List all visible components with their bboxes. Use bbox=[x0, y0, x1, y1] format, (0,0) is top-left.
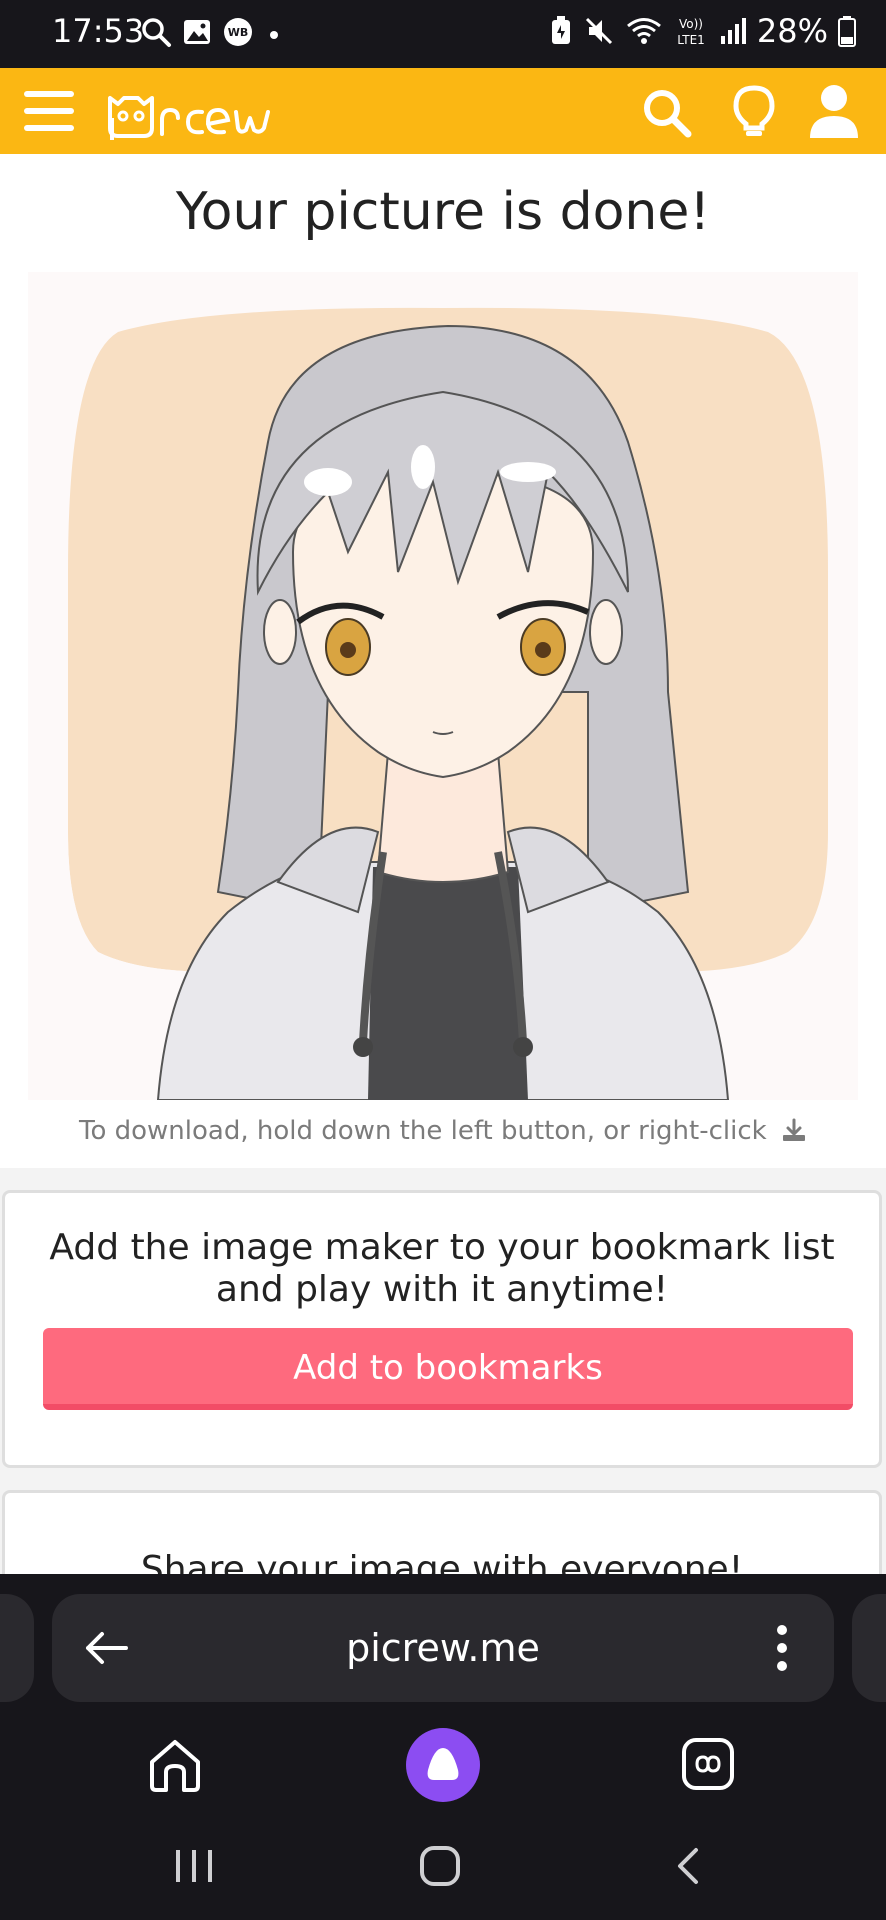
bookmark-card-line1: Add the image maker to your bookmark lis… bbox=[49, 1227, 835, 1268]
status-time: 17:53 bbox=[52, 12, 145, 50]
gallery-icon bbox=[184, 20, 210, 44]
page-title: Your picture is done! bbox=[175, 182, 711, 242]
previous-tab-peek[interactable] bbox=[0, 1594, 34, 1702]
url-text[interactable]: picrew.me bbox=[52, 1594, 834, 1702]
generated-avatar-image[interactable] bbox=[28, 272, 858, 1101]
battery-percent: 28% bbox=[756, 12, 828, 50]
status-system-icons: Vo)) LTE1 28% bbox=[549, 12, 856, 50]
lte-line1: Vo)) bbox=[679, 17, 703, 31]
battery-icon bbox=[838, 16, 856, 47]
download-hint: To download, hold down the left button, … bbox=[0, 1116, 886, 1146]
add-to-bookmarks-button[interactable]: Add to bookmarks bbox=[43, 1328, 853, 1410]
result-page: Your picture is done! To download, hold … bbox=[0, 154, 886, 1574]
address-bar[interactable]: picrew.me bbox=[52, 1594, 834, 1702]
download-hint-text: To download, hold down the left button, … bbox=[79, 1116, 767, 1146]
assistant-icon bbox=[427, 1748, 459, 1780]
search-icon[interactable] bbox=[640, 86, 694, 140]
bookmark-card-line2: and play with it anytime! bbox=[215, 1269, 669, 1310]
home-circle-icon[interactable] bbox=[418, 1844, 462, 1888]
lightbulb-icon[interactable] bbox=[732, 84, 776, 140]
tabs-icon[interactable] bbox=[680, 1736, 736, 1792]
home-icon[interactable] bbox=[146, 1736, 204, 1794]
bookmark-card: Add the image maker to your bookmark lis… bbox=[2, 1190, 882, 1468]
wb-icon: WB bbox=[224, 18, 252, 46]
mute-icon bbox=[585, 17, 612, 45]
avatar-illustration bbox=[28, 307, 828, 1101]
browser-toolbar: picrew.me bbox=[0, 1574, 886, 1920]
assistant-button[interactable] bbox=[406, 1728, 480, 1802]
more-vert-icon[interactable] bbox=[772, 1622, 792, 1674]
picrew-logo[interactable] bbox=[104, 84, 278, 142]
next-tab-peek[interactable] bbox=[852, 1594, 886, 1702]
share-card-title: Share your image with everyone! bbox=[140, 1549, 744, 1574]
lte-icon: Vo)) LTE1 bbox=[677, 17, 705, 47]
search-icon bbox=[142, 18, 171, 47]
status-bar: 17:53 WB Vo)) LTE1 28% bbox=[0, 0, 886, 68]
svg-text:WB: WB bbox=[228, 26, 249, 39]
battery-saver-icon bbox=[551, 16, 570, 44]
download-icon bbox=[782, 1118, 805, 1141]
dot-icon bbox=[270, 31, 278, 39]
share-card: Share your image with everyone! bbox=[2, 1490, 882, 1574]
menu-icon[interactable] bbox=[22, 87, 76, 135]
picrew-header bbox=[0, 68, 886, 154]
recents-icon[interactable] bbox=[172, 1846, 216, 1886]
profile-icon[interactable] bbox=[808, 82, 860, 140]
signal-icon bbox=[720, 18, 746, 44]
lte-line2: LTE1 bbox=[677, 33, 705, 47]
status-notification-icons: WB bbox=[140, 16, 284, 48]
wifi-icon bbox=[626, 18, 661, 44]
back-chevron-icon[interactable] bbox=[672, 1846, 706, 1886]
